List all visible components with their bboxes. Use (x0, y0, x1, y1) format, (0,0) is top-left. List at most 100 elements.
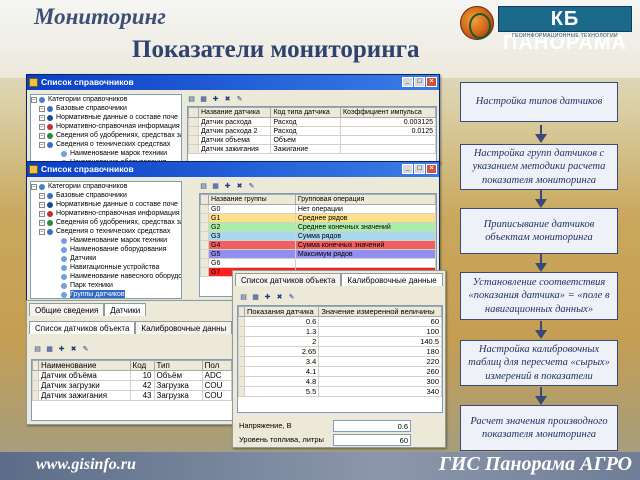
maximize-button[interactable]: □ (414, 164, 425, 174)
row-selector[interactable] (200, 258, 209, 268)
print-icon[interactable]: ▤ (33, 345, 42, 354)
tree-item[interactable]: − Сведения о технических средствах (31, 140, 181, 149)
table-row[interactable]: G4 Сумма конечных значений (200, 240, 436, 250)
tab-sensors[interactable]: Датчики (104, 303, 147, 316)
expand-icon[interactable]: − (31, 183, 37, 190)
table-cell[interactable]: 5.5 (243, 386, 320, 397)
table-cell[interactable]: Датчик объёма (38, 370, 131, 381)
expand-icon[interactable]: − (39, 114, 45, 121)
table-cell[interactable]: Датчик расхода 2 (197, 126, 272, 136)
expand-icon[interactable]: − (39, 132, 45, 139)
table-cell[interactable]: Расход (270, 126, 341, 136)
category-tree[interactable]: − Категории справочников − Базовые справочн… (30, 181, 182, 299)
tree-item[interactable]: − Нормативно-справочная информация о в (31, 122, 181, 131)
window-titlebar[interactable]: Список справочников _ □ × (27, 162, 439, 177)
table-cell[interactable]: 220 (318, 356, 442, 367)
tree-item[interactable]: − Категории справочников (31, 182, 181, 191)
table-cell[interactable]: Загрузка (153, 390, 203, 401)
add-icon[interactable]: ✚ (223, 182, 232, 191)
tree-item[interactable]: − Категории справочников (31, 95, 181, 104)
table-cell[interactable]: Максимум рядов (294, 249, 436, 259)
table-cell[interactable]: G3 (208, 231, 296, 241)
table-cell[interactable]: Зажигание (270, 144, 341, 154)
table-cell[interactable]: 180 (318, 346, 442, 357)
delete-icon[interactable]: ✖ (235, 182, 244, 191)
tree-item[interactable]: − Нормативно-справочная информация о в (31, 209, 181, 218)
table-cell[interactable]: 2.65 (243, 346, 320, 357)
table-cell[interactable]: Объем (270, 135, 341, 145)
table-row[interactable]: Датчик загрузки 42 Загрузка COU (32, 380, 232, 391)
table-cell[interactable]: G6 (208, 258, 296, 268)
add-icon[interactable]: ✚ (263, 293, 272, 302)
row-selector[interactable] (200, 222, 209, 232)
table-cell[interactable]: Нет операции (294, 204, 436, 214)
edit-icon[interactable]: ✎ (235, 95, 244, 104)
column-header[interactable]: Код (129, 360, 155, 371)
tab-calibration[interactable]: Калибровочные данные (341, 273, 443, 286)
table-cell[interactable]: 1.3 (243, 326, 320, 337)
table-cell[interactable]: G5 (208, 249, 296, 259)
tab-sensor-list[interactable]: Список датчиков объекта (235, 273, 342, 286)
table-cell[interactable]: Датчик расхода (197, 117, 272, 127)
column-header[interactable]: Значение измеренной величины (318, 306, 442, 317)
row-selector[interactable] (200, 231, 209, 241)
table-row[interactable]: 4.1 260 (238, 366, 442, 377)
tree-item[interactable]: − Базовые справочники (31, 104, 181, 113)
tree-item[interactable]: Наименование марок техники (31, 149, 181, 158)
table-cell[interactable]: Сумма рядов (294, 231, 436, 241)
add-icon[interactable]: ✚ (211, 95, 220, 104)
edit-icon[interactable]: ✎ (247, 182, 256, 191)
table-cell[interactable]: Сумма конечных значений (294, 240, 436, 250)
expand-icon[interactable]: − (39, 141, 45, 148)
table-cell[interactable]: Датчик зажигания (38, 390, 131, 401)
table-cell[interactable]: G2 (208, 222, 296, 232)
row-selector[interactable] (200, 267, 209, 277)
table-cell[interactable]: 60 (318, 316, 442, 327)
calibration-grid[interactable]: Показания датчика Значение измеренной вел… (237, 305, 443, 413)
table-row[interactable]: 3.4 220 (238, 356, 442, 367)
table-cell[interactable]: 300 (318, 376, 442, 387)
table-cell[interactable]: 340 (318, 386, 442, 397)
print-icon[interactable]: ▤ (199, 182, 208, 191)
table-row[interactable]: Датчик зажигания 43 Загрузка COU (32, 390, 232, 401)
table-row[interactable]: G1 Среднее рядов (200, 213, 436, 223)
table-row[interactable]: 2 140.5 (238, 336, 442, 347)
tab-general[interactable]: Общие сведения (29, 303, 105, 316)
table-row[interactable]: 2.65 180 (238, 346, 442, 357)
table-row[interactable]: Датчик расхода Расход 0.003125 (188, 117, 436, 127)
table-row[interactable]: 0.6 60 (238, 316, 442, 327)
table-cell[interactable]: Среднее рядов (294, 213, 436, 223)
expand-icon[interactable]: − (39, 192, 45, 199)
table-cell[interactable]: 260 (318, 366, 442, 377)
table-row[interactable]: G6 (200, 258, 436, 268)
table-cell[interactable]: 4.8 (243, 376, 320, 387)
filter-icon[interactable]: ▦ (251, 293, 260, 302)
expand-icon[interactable]: − (39, 210, 45, 217)
close-button[interactable]: × (426, 164, 437, 174)
table-row[interactable]: Датчик объема Объем (188, 135, 436, 145)
column-header[interactable]: Показания датчика (243, 306, 320, 317)
category-tree[interactable]: − Категории справочников − Базовые справочн… (30, 94, 182, 162)
table-cell[interactable]: Расход (270, 117, 341, 127)
tree-item[interactable]: Наименование оборудования (31, 245, 181, 254)
row-selector[interactable] (200, 204, 209, 214)
table-cell[interactable]: Датчик объема (197, 135, 272, 145)
row-selector[interactable] (200, 240, 209, 250)
tree-item[interactable]: − Сведения об удобрениях, средствах защ (31, 218, 181, 227)
table-cell[interactable]: Датчик загрузки (38, 380, 131, 391)
filter-icon[interactable]: ▦ (199, 95, 208, 104)
row-selector[interactable] (188, 126, 199, 136)
table-cell[interactable]: COU (201, 380, 232, 391)
table-cell[interactable]: Объём (153, 370, 203, 381)
column-header[interactable]: Наименование (38, 360, 131, 371)
filter-icon[interactable]: ▦ (45, 345, 54, 354)
column-header[interactable]: Пол (201, 360, 232, 371)
expand-icon[interactable]: − (39, 228, 45, 235)
voltage-field[interactable]: 0.6 (333, 420, 411, 432)
tab-sensor-list[interactable]: Список датчиков объекта (29, 321, 136, 334)
table-cell[interactable]: ADC (201, 370, 232, 381)
column-header[interactable]: Коэффициент импульса (339, 107, 436, 118)
tree-item[interactable]: − Базовые справочники (31, 191, 181, 200)
tree-item[interactable]: Группы датчиков (31, 290, 181, 298)
table-row[interactable]: Датчик объёма 10 Объём ADC (32, 370, 232, 381)
